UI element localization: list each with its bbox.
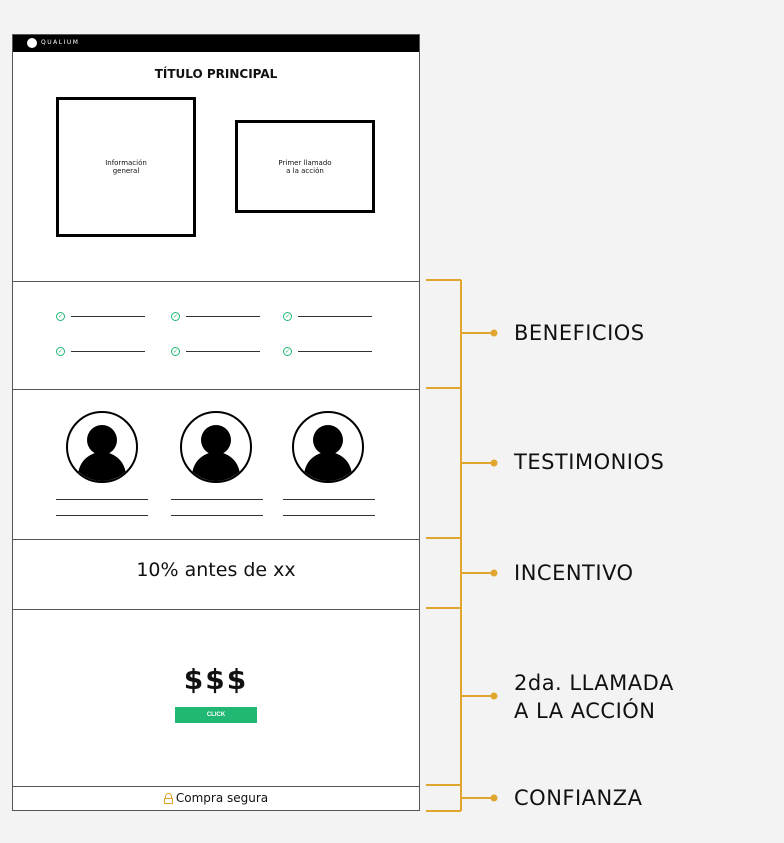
bracket-dot bbox=[490, 329, 498, 337]
label-segunda-llamada: 2da. LLAMADA A LA ACCIÓN bbox=[514, 671, 674, 723]
label-confianza: CONFIANZA bbox=[514, 786, 643, 810]
bracket-dot bbox=[490, 692, 498, 700]
bracket-dot bbox=[490, 569, 498, 577]
label-testimonios: TESTIMONIOS bbox=[514, 450, 665, 474]
label-beneficios: BENEFICIOS bbox=[514, 321, 645, 345]
bracket-dot bbox=[490, 459, 498, 467]
bracket-dot bbox=[490, 794, 498, 802]
label-incentivo: INCENTIVO bbox=[514, 561, 634, 585]
